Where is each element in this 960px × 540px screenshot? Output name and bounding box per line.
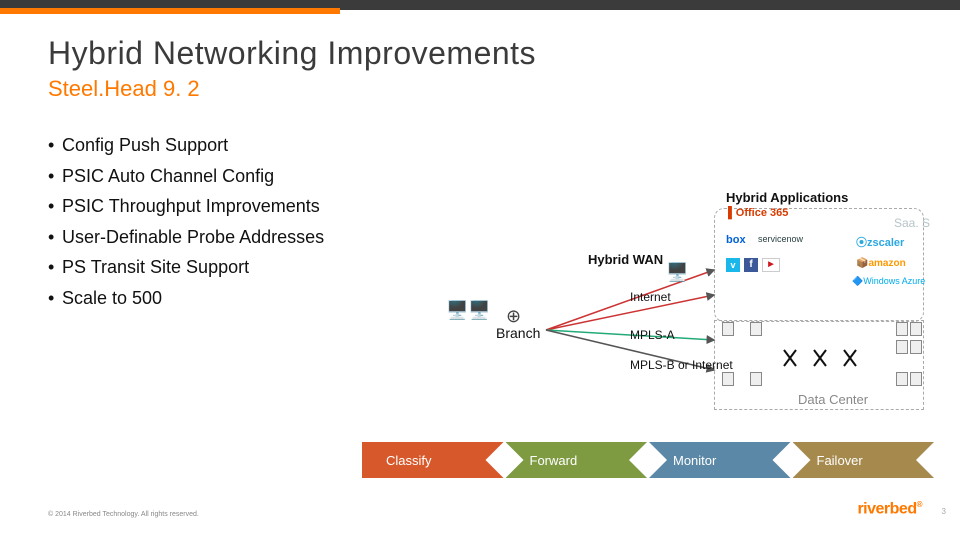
page-title: Hybrid Networking Improvements <box>48 35 940 72</box>
tab-forward: Forward <box>506 442 648 478</box>
rack-icon <box>896 372 908 386</box>
riverbed-logo: riverbed® <box>857 500 922 518</box>
servicenow-icon: servicenow <box>758 234 803 244</box>
rack-icon <box>896 322 908 336</box>
subtitle: Steel.Head 9. 2 <box>48 76 940 102</box>
zscaler-icon: ⦿zscaler <box>856 234 904 250</box>
tab-classify: Classify <box>362 442 504 478</box>
pc-icon: 🖥️🖥️ <box>446 300 491 321</box>
label-mpls-a: MPLS-A <box>630 328 675 342</box>
tab-failover: Failover <box>793 442 935 478</box>
list-item: •Config Push Support <box>48 130 940 161</box>
facebook-icon: f <box>744 258 758 272</box>
list-item: •PSIC Auto Channel Config <box>48 161 940 192</box>
label-mpls-b: MPLS-B or Internet <box>630 358 733 372</box>
server-icon <box>750 322 762 336</box>
box-icon: box <box>726 234 746 246</box>
copyright: © 2014 Riverbed Technology. All rights r… <box>48 511 199 518</box>
page-number: 3 <box>942 507 946 516</box>
rack-icon <box>896 340 908 354</box>
label-data-center: Data Center <box>798 392 868 407</box>
server-icon <box>722 372 734 386</box>
label-hybrid-wan: Hybrid WAN <box>588 252 663 267</box>
server-icon <box>750 372 762 386</box>
network-diagram: 🖥️🖥️ ⊕ 🖥️ Hybrid Applications Saa. S Hyb… <box>496 190 936 425</box>
router-icon: ⊕ <box>506 306 521 327</box>
rack-icon <box>910 322 922 336</box>
tab-monitor: Monitor <box>649 442 791 478</box>
server-icon <box>722 322 734 336</box>
slide: Hybrid Networking Improvements Steel.Hea… <box>0 0 960 540</box>
label-hybrid-apps: Hybrid Applications <box>726 190 848 205</box>
aws-icon: 📦amazon <box>856 258 906 269</box>
label-branch: Branch <box>496 325 540 341</box>
rack-icon <box>910 372 922 386</box>
process-tabs: Classify Forward Monitor Failover <box>362 442 934 478</box>
monitor-icon: 🖥️ <box>666 262 688 283</box>
accent-bar <box>0 8 340 14</box>
youtube-icon: ▶ <box>762 258 780 272</box>
office365-icon: ▌Office 365 <box>728 207 788 219</box>
label-internet: Internet <box>630 290 671 304</box>
azure-icon: 🔷Windows Azure <box>852 276 925 287</box>
label-saas: Saa. S <box>894 216 930 230</box>
vimeo-icon: v <box>726 258 740 272</box>
rack-icon <box>910 340 922 354</box>
